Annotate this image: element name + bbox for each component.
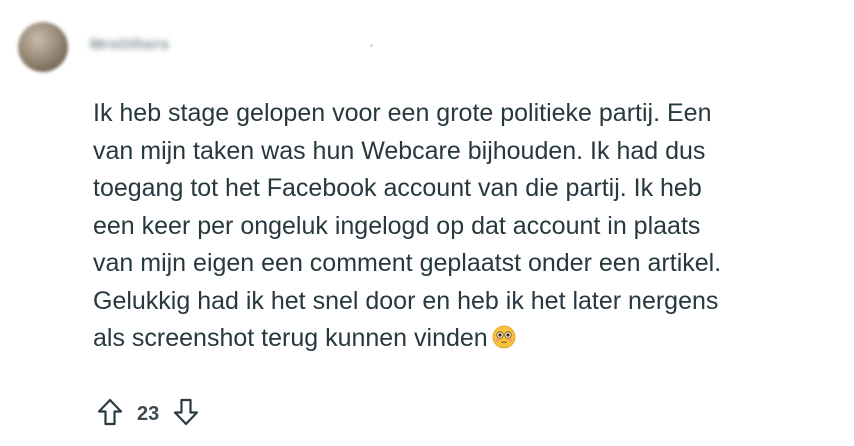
comment-line: van mijn taken was hun Webcare bijhouden… xyxy=(93,136,706,165)
comment-line-last: als screenshot terug kunnen vinden xyxy=(93,320,833,361)
comment-line-text: als screenshot terug kunnen vinden xyxy=(93,324,488,352)
flushed-face-emoji-icon xyxy=(492,323,516,361)
comment-body: Ik heb stage gelopen voor een grote poli… xyxy=(93,95,833,361)
comment-line: een keer per ongeluk ingelogd op dat acc… xyxy=(93,211,701,240)
arrow-down-icon xyxy=(172,397,200,432)
username[interactable]: MrsOthers xyxy=(90,36,170,53)
comment-line: Gelukkig had ik het snel door en heb ik … xyxy=(93,286,719,315)
comment-line: Ik heb stage gelopen voor een grote poli… xyxy=(93,99,712,127)
arrow-up-icon xyxy=(96,397,124,432)
comment-line: toegang tot het Facebook account van die… xyxy=(93,174,702,202)
downvote-button[interactable] xyxy=(169,397,203,431)
comment-line: van mijn eigen een comment geplaatst ond… xyxy=(93,249,722,277)
avatar[interactable] xyxy=(18,22,68,72)
separator-dot xyxy=(370,44,373,47)
comment: MrsOthers Ik heb stage gelopen voor een … xyxy=(0,0,854,446)
vote-bar: 23 xyxy=(93,396,203,432)
vote-score: 23 xyxy=(137,402,160,425)
upvote-button[interactable] xyxy=(93,397,127,431)
